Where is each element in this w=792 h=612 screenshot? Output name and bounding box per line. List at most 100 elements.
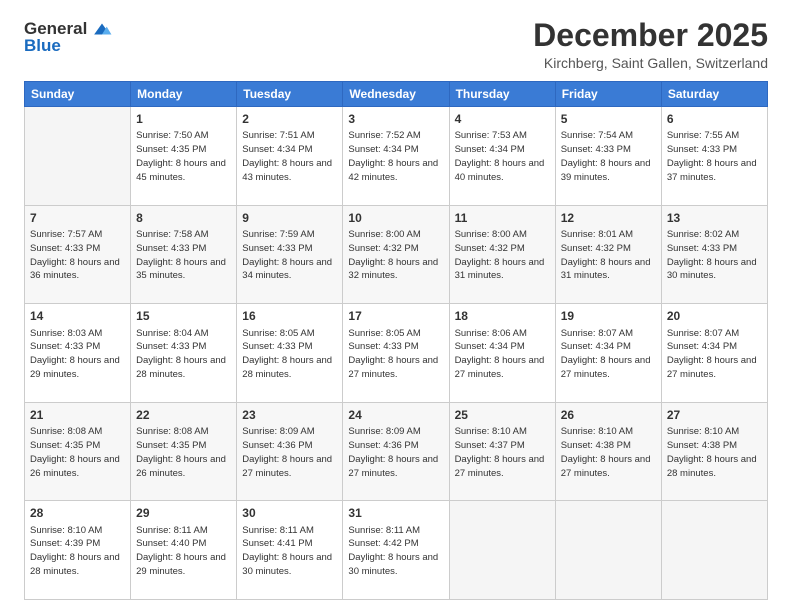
header-thursday: Thursday: [449, 82, 555, 107]
day-info: Sunrise: 8:00 AMSunset: 4:32 PMDaylight:…: [455, 229, 545, 281]
day-info: Sunrise: 8:04 AMSunset: 4:33 PMDaylight:…: [136, 328, 226, 380]
day-number: 12: [561, 210, 656, 226]
calendar-cell-w3d3: 24 Sunrise: 8:09 AMSunset: 4:36 PMDayligh…: [343, 402, 449, 501]
day-info: Sunrise: 7:58 AMSunset: 4:33 PMDaylight:…: [136, 229, 226, 281]
calendar-cell-w3d5: 26Sunrise: 8:10 AMSunset: 4:38 PMDayligh…: [555, 402, 661, 501]
day-number: 14: [30, 308, 125, 324]
calendar-cell-w4d5: [555, 501, 661, 600]
day-number: 27: [667, 407, 762, 423]
header: General Blue December 2025 Kirchberg, Sa…: [24, 18, 768, 71]
day-info: Sunrise: 8:05 AMSunset: 4:33 PMDaylight:…: [348, 328, 438, 380]
calendar-cell-w1d4: 11 Sunrise: 8:00 AMSunset: 4:32 PMDayligh…: [449, 205, 555, 304]
calendar-cell-w0d2: 2 Sunrise: 7:51 AMSunset: 4:34 PMDaylight…: [237, 107, 343, 206]
calendar-cell-w0d5: 5 Sunrise: 7:54 AMSunset: 4:33 PMDaylight…: [555, 107, 661, 206]
day-number: 24: [348, 407, 443, 423]
day-number: 19: [561, 308, 656, 324]
calendar-cell-w3d1: 22Sunrise: 8:08 AMSunset: 4:35 PMDayligh…: [131, 402, 237, 501]
day-number: 7: [30, 210, 125, 226]
calendar-cell-w2d0: 14Sunrise: 8:03 AMSunset: 4:33 PMDayligh…: [25, 304, 131, 403]
day-info: Sunrise: 8:08 AMSunset: 4:35 PMDaylight:…: [30, 426, 120, 478]
day-info: Sunrise: 8:10 AMSunset: 4:37 PMDaylight:…: [455, 426, 545, 478]
calendar-cell-w2d1: 15Sunrise: 8:04 AMSunset: 4:33 PMDayligh…: [131, 304, 237, 403]
day-info: Sunrise: 7:50 AMSunset: 4:35 PMDaylight:…: [136, 130, 226, 182]
day-number: 4: [455, 111, 550, 127]
day-info: Sunrise: 8:09 AMSunset: 4:36 PMDaylight:…: [242, 426, 332, 478]
title-block: December 2025 Kirchberg, Saint Gallen, S…: [533, 18, 768, 71]
day-info: Sunrise: 7:51 AMSunset: 4:34 PMDaylight:…: [242, 130, 332, 182]
day-number: 9: [242, 210, 337, 226]
day-info: Sunrise: 8:08 AMSunset: 4:35 PMDaylight:…: [136, 426, 226, 478]
day-number: 11: [455, 210, 550, 226]
day-info: Sunrise: 8:07 AMSunset: 4:34 PMDaylight:…: [561, 328, 651, 380]
day-info: Sunrise: 8:02 AMSunset: 4:33 PMDaylight:…: [667, 229, 757, 281]
calendar-cell-w1d2: 9 Sunrise: 7:59 AMSunset: 4:33 PMDaylight…: [237, 205, 343, 304]
calendar-cell-w1d3: 10Sunrise: 8:00 AMSunset: 4:32 PMDayligh…: [343, 205, 449, 304]
calendar-cell-w3d2: 23 Sunrise: 8:09 AMSunset: 4:36 PMDayligh…: [237, 402, 343, 501]
calendar-cell-w2d6: 20 Sunrise: 8:07 AMSunset: 4:34 PMDayligh…: [661, 304, 767, 403]
page: General Blue December 2025 Kirchberg, Sa…: [0, 0, 792, 612]
day-info: Sunrise: 8:11 AMSunset: 4:42 PMDaylight:…: [348, 525, 438, 577]
calendar-week-2: 14Sunrise: 8:03 AMSunset: 4:33 PMDayligh…: [25, 304, 768, 403]
day-number: 2: [242, 111, 337, 127]
logo-blue: Blue: [24, 36, 61, 56]
day-number: 25: [455, 407, 550, 423]
day-number: 16: [242, 308, 337, 324]
day-number: 28: [30, 505, 125, 521]
day-number: 3: [348, 111, 443, 127]
header-sunday: Sunday: [25, 82, 131, 107]
day-number: 31: [348, 505, 443, 521]
header-monday: Monday: [131, 82, 237, 107]
logo: General Blue: [24, 18, 113, 56]
logo-icon: [91, 18, 113, 40]
calendar-cell-w2d2: 16 Sunrise: 8:05 AMSunset: 4:33 PMDayligh…: [237, 304, 343, 403]
calendar-cell-w1d6: 13Sunrise: 8:02 AMSunset: 4:33 PMDayligh…: [661, 205, 767, 304]
day-number: 29: [136, 505, 231, 521]
day-info: Sunrise: 7:59 AMSunset: 4:33 PMDaylight:…: [242, 229, 332, 281]
calendar-cell-w4d3: 31 Sunrise: 8:11 AMSunset: 4:42 PMDayligh…: [343, 501, 449, 600]
calendar-week-1: 7 Sunrise: 7:57 AMSunset: 4:33 PMDaylight…: [25, 205, 768, 304]
header-tuesday: Tuesday: [237, 82, 343, 107]
day-info: Sunrise: 8:01 AMSunset: 4:32 PMDaylight:…: [561, 229, 651, 281]
calendar-header-row: Sunday Monday Tuesday Wednesday Thursday…: [25, 82, 768, 107]
location: Kirchberg, Saint Gallen, Switzerland: [533, 55, 768, 71]
day-info: Sunrise: 7:57 AMSunset: 4:33 PMDaylight:…: [30, 229, 120, 281]
day-info: Sunrise: 8:09 AMSunset: 4:36 PMDaylight:…: [348, 426, 438, 478]
day-number: 17: [348, 308, 443, 324]
calendar-cell-w3d6: 27 Sunrise: 8:10 AMSunset: 4:38 PMDayligh…: [661, 402, 767, 501]
day-info: Sunrise: 8:05 AMSunset: 4:33 PMDaylight:…: [242, 328, 332, 380]
calendar-cell-w3d0: 21 Sunrise: 8:08 AMSunset: 4:35 PMDayligh…: [25, 402, 131, 501]
day-number: 20: [667, 308, 762, 324]
header-friday: Friday: [555, 82, 661, 107]
calendar-cell-w4d4: [449, 501, 555, 600]
day-number: 30: [242, 505, 337, 521]
day-number: 23: [242, 407, 337, 423]
calendar-cell-w2d4: 18Sunrise: 8:06 AMSunset: 4:34 PMDayligh…: [449, 304, 555, 403]
day-number: 18: [455, 308, 550, 324]
calendar-cell-w1d0: 7 Sunrise: 7:57 AMSunset: 4:33 PMDaylight…: [25, 205, 131, 304]
calendar-table: Sunday Monday Tuesday Wednesday Thursday…: [24, 81, 768, 600]
calendar-cell-w4d2: 30 Sunrise: 8:11 AMSunset: 4:41 PMDayligh…: [237, 501, 343, 600]
day-info: Sunrise: 8:10 AMSunset: 4:39 PMDaylight:…: [30, 525, 120, 577]
calendar-cell-w4d0: 28 Sunrise: 8:10 AMSunset: 4:39 PMDayligh…: [25, 501, 131, 600]
day-info: Sunrise: 8:11 AMSunset: 4:41 PMDaylight:…: [242, 525, 332, 577]
day-info: Sunrise: 8:10 AMSunset: 4:38 PMDaylight:…: [667, 426, 757, 478]
day-number: 5: [561, 111, 656, 127]
calendar-cell-w1d5: 12 Sunrise: 8:01 AMSunset: 4:32 PMDayligh…: [555, 205, 661, 304]
calendar-week-0: 1 Sunrise: 7:50 AMSunset: 4:35 PMDaylight…: [25, 107, 768, 206]
day-number: 1: [136, 111, 231, 127]
month-title: December 2025: [533, 18, 768, 53]
day-number: 21: [30, 407, 125, 423]
calendar-cell-w0d3: 3Sunrise: 7:52 AMSunset: 4:34 PMDaylight…: [343, 107, 449, 206]
day-info: Sunrise: 7:53 AMSunset: 4:34 PMDaylight:…: [455, 130, 545, 182]
calendar-cell-w4d1: 29 Sunrise: 8:11 AMSunset: 4:40 PMDayligh…: [131, 501, 237, 600]
calendar-cell-w2d3: 17 Sunrise: 8:05 AMSunset: 4:33 PMDayligh…: [343, 304, 449, 403]
day-number: 26: [561, 407, 656, 423]
day-number: 6: [667, 111, 762, 127]
day-info: Sunrise: 7:55 AMSunset: 4:33 PMDaylight:…: [667, 130, 757, 182]
calendar-cell-w1d1: 8Sunrise: 7:58 AMSunset: 4:33 PMDaylight…: [131, 205, 237, 304]
day-info: Sunrise: 7:54 AMSunset: 4:33 PMDaylight:…: [561, 130, 651, 182]
day-info: Sunrise: 8:11 AMSunset: 4:40 PMDaylight:…: [136, 525, 226, 577]
day-info: Sunrise: 8:07 AMSunset: 4:34 PMDaylight:…: [667, 328, 757, 380]
calendar-cell-w3d4: 25 Sunrise: 8:10 AMSunset: 4:37 PMDayligh…: [449, 402, 555, 501]
calendar-week-3: 21 Sunrise: 8:08 AMSunset: 4:35 PMDayligh…: [25, 402, 768, 501]
